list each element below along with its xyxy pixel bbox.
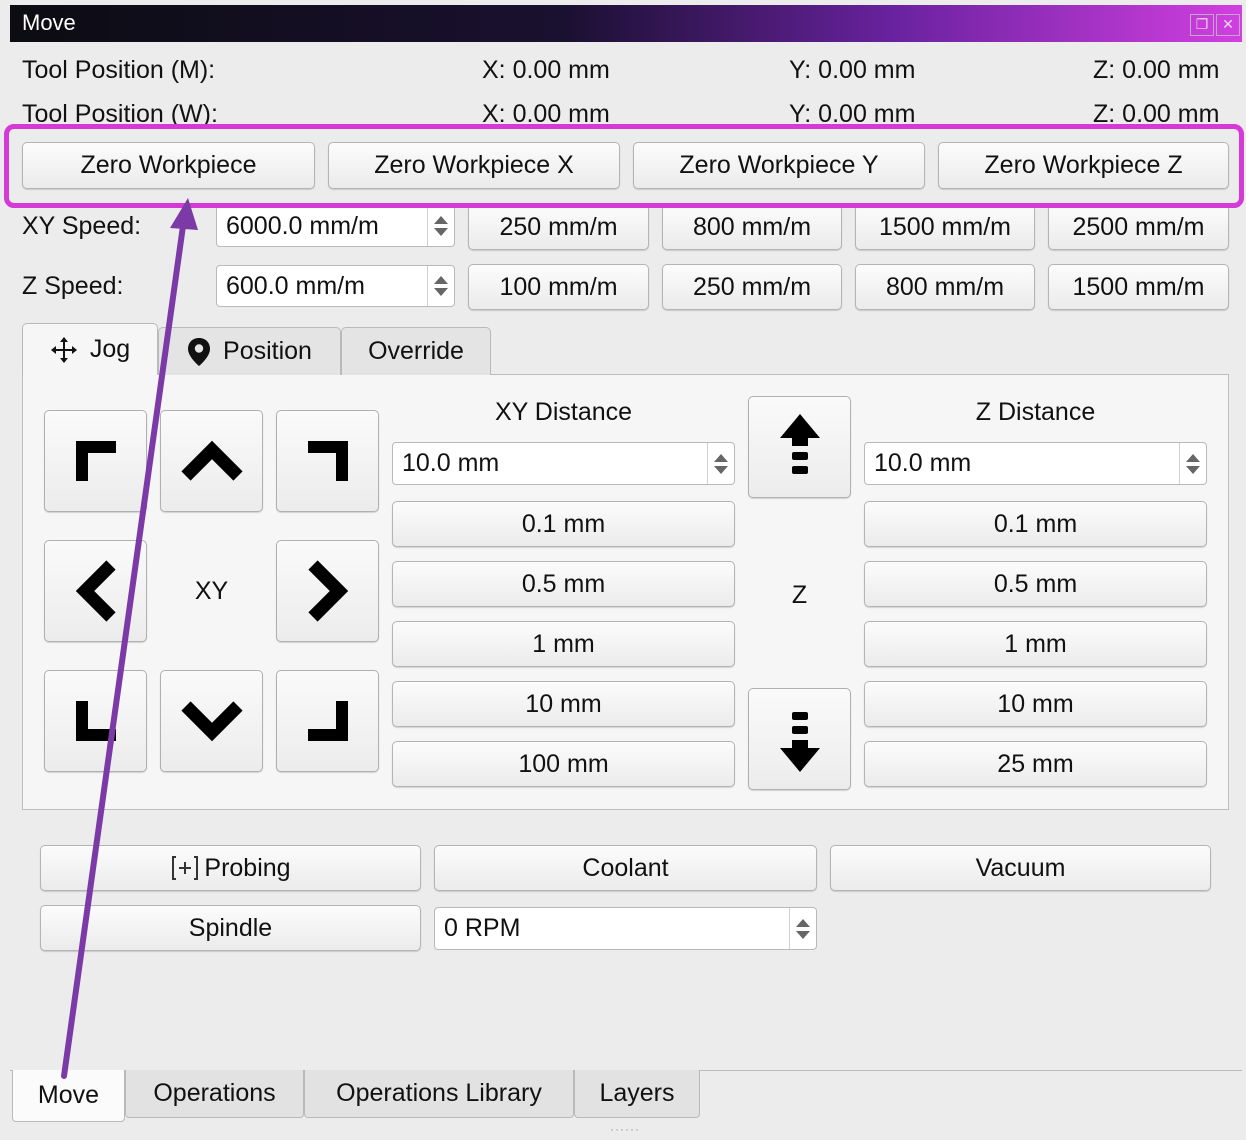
arrow-up-right-icon <box>307 441 348 481</box>
window-title: Move <box>22 10 76 35</box>
z-speed-preset-100[interactable]: 100 mm/m <box>468 264 649 310</box>
z-speed-value[interactable]: 600.0 mm/m <box>217 272 427 301</box>
spin-arrows-icon[interactable] <box>1179 443 1206 484</box>
tab-jog-label: Jog <box>89 335 131 363</box>
tab-override[interactable]: Override <box>341 327 491 375</box>
arrow-up-left-icon <box>75 441 116 481</box>
spindle-button[interactable]: Spindle <box>40 905 421 951</box>
jog-z-up-button[interactable] <box>748 396 851 498</box>
z-speed-preset-250[interactable]: 250 mm/m <box>662 264 842 310</box>
close-icon[interactable]: ✕ <box>1216 14 1240 36</box>
z-center-label: Z <box>791 580 808 609</box>
xy-distance-preset-10[interactable]: 10 mm <box>392 681 735 727</box>
z-distance-spinbox[interactable]: 10.0 mm <box>864 442 1207 485</box>
xy-speed-preset-1500[interactable]: 1500 mm/m <box>855 204 1035 250</box>
z-up-arrow-icon <box>779 414 820 474</box>
z-distance-preset-10[interactable]: 10 mm <box>864 681 1207 727</box>
z-distance-preset-0-5[interactable]: 0.5 mm <box>864 561 1207 607</box>
xy-distance-preset-0-5[interactable]: 0.5 mm <box>392 561 735 607</box>
coolant-button[interactable]: Coolant <box>434 845 817 891</box>
xy-speed-preset-800[interactable]: 800 mm/m <box>662 204 842 250</box>
spin-arrows-icon[interactable] <box>707 443 734 484</box>
arrow-down-right-icon <box>307 701 348 741</box>
jog-down-button[interactable] <box>160 670 263 772</box>
spin-arrows-icon[interactable] <box>427 206 454 246</box>
xy-speed-preset-250[interactable]: 250 mm/m <box>468 204 649 250</box>
z-distance-preset-25[interactable]: 25 mm <box>864 741 1207 787</box>
z-distance-preset-1[interactable]: 1 mm <box>864 621 1207 667</box>
spindle-rpm-spinbox[interactable]: 0 RPM <box>434 907 817 950</box>
xy-distance-preset-0-1[interactable]: 0.1 mm <box>392 501 735 547</box>
spindle-rpm-value[interactable]: 0 RPM <box>435 914 789 943</box>
xy-speed-value[interactable]: 6000.0 mm/m <box>217 212 427 241</box>
jog-up-button[interactable] <box>160 410 263 512</box>
vacuum-button[interactable]: Vacuum <box>830 845 1211 891</box>
tab-position[interactable]: Position <box>158 327 341 375</box>
dock-tab-operations-library[interactable]: Operations Library <box>304 1070 574 1118</box>
z-down-arrow-icon <box>779 712 820 772</box>
tab-override-label: Override <box>368 337 464 365</box>
move-cross-icon <box>50 336 77 363</box>
arrow-left-icon <box>75 560 116 622</box>
z-distance-value[interactable]: 10.0 mm <box>865 449 1179 478</box>
z-speed-preset-800[interactable]: 800 mm/m <box>855 264 1035 310</box>
z-speed-label: Z Speed: <box>22 272 124 300</box>
float-window-icon[interactable]: ❐ <box>1190 14 1214 36</box>
window-title-bar: Move ❐ ✕ <box>10 5 1242 42</box>
xy-speed-label: XY Speed: <box>22 212 142 240</box>
tool-position-m-y: Y: 0.00 mm <box>789 56 916 84</box>
jog-up-left-button[interactable] <box>44 410 147 512</box>
arrow-up-icon <box>180 440 243 481</box>
annotation-highlight-box <box>4 124 1244 208</box>
resize-grip[interactable]: ······ <box>610 1122 640 1136</box>
tool-position-m-z: Z: 0.00 mm <box>1093 56 1220 84</box>
tool-position-m-x: X: 0.00 mm <box>482 56 610 84</box>
jog-down-left-button[interactable] <box>44 670 147 772</box>
dock-tab-move[interactable]: Move <box>12 1070 125 1122</box>
arrow-right-icon <box>307 560 348 622</box>
xy-distance-spinbox[interactable]: 10.0 mm <box>392 442 735 485</box>
probing-button[interactable]: Probing <box>40 845 421 891</box>
arrow-down-left-icon <box>75 701 116 741</box>
xy-center-label: XY <box>194 576 229 605</box>
probe-icon <box>172 856 199 880</box>
tool-position-m-label: Tool Position (M): <box>22 56 216 84</box>
probing-label: Probing <box>204 853 291 882</box>
tab-position-label: Position <box>223 337 312 365</box>
xy-speed-spinbox[interactable]: 6000.0 mm/m <box>216 205 455 247</box>
jog-down-right-button[interactable] <box>276 670 379 772</box>
xy-distance-title: XY Distance <box>494 398 633 426</box>
arrow-down-icon <box>180 701 243 742</box>
z-speed-spinbox[interactable]: 600.0 mm/m <box>216 265 455 307</box>
jog-z-down-button[interactable] <box>748 688 851 790</box>
z-distance-title: Z Distance <box>975 398 1096 426</box>
z-distance-preset-0-1[interactable]: 0.1 mm <box>864 501 1207 547</box>
xy-distance-preset-1[interactable]: 1 mm <box>392 621 735 667</box>
z-speed-preset-1500[interactable]: 1500 mm/m <box>1048 264 1229 310</box>
spin-arrows-icon[interactable] <box>789 908 816 949</box>
dock-tab-operations[interactable]: Operations <box>125 1070 304 1118</box>
xy-distance-value[interactable]: 10.0 mm <box>393 449 707 478</box>
xy-speed-preset-2500[interactable]: 2500 mm/m <box>1048 204 1229 250</box>
xy-distance-preset-100[interactable]: 100 mm <box>392 741 735 787</box>
jog-right-button[interactable] <box>276 540 379 642</box>
spin-arrows-icon[interactable] <box>427 266 454 306</box>
tab-jog[interactable]: Jog <box>22 323 158 375</box>
jog-up-right-button[interactable] <box>276 410 379 512</box>
map-pin-icon <box>188 337 211 366</box>
jog-left-button[interactable] <box>44 540 147 642</box>
dock-tab-layers[interactable]: Layers <box>574 1070 700 1118</box>
